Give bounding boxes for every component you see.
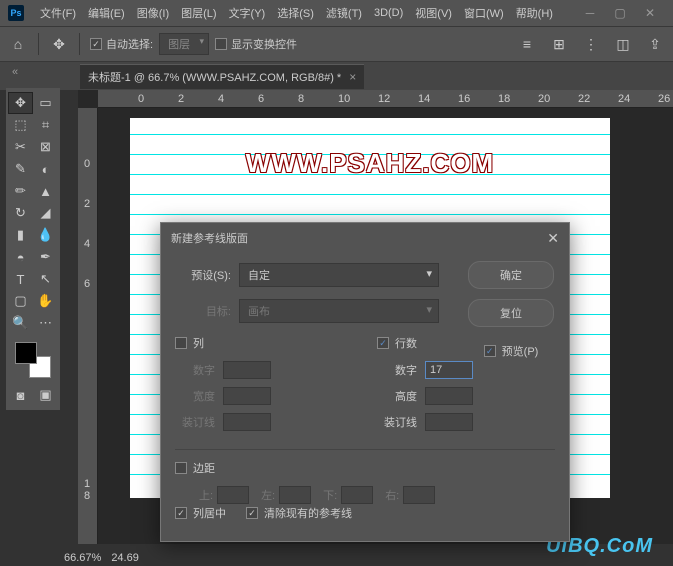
menu-image[interactable]: 图像(I): [131, 5, 175, 21]
col-number-input: [223, 361, 271, 379]
status-info: 24.69: [111, 552, 139, 564]
document-tab[interactable]: 未标题-1 @ 66.7% (WWW.PSAHZ.COM, RGB/8#) * …: [80, 64, 364, 89]
show-transform-label: 显示变换控件: [231, 36, 297, 52]
document-tab-bar: 未标题-1 @ 66.7% (WWW.PSAHZ.COM, RGB/8#) * …: [0, 62, 673, 90]
options-bar: ⌂ ✥ 自动选择: 图层 显示变换控件 ≡ ⊞ ⋮ ◫ ⇪: [0, 26, 673, 62]
margin-checkbox[interactable]: 边距: [175, 460, 555, 476]
menu-view[interactable]: 视图(V): [409, 5, 458, 21]
auto-select-dropdown[interactable]: 图层: [159, 33, 209, 55]
zoom-level[interactable]: 66.67%: [64, 552, 101, 564]
preview-checkbox[interactable]: 预览(P): [484, 343, 539, 359]
blur-tool[interactable]: 💧: [33, 224, 58, 246]
target-label: 目标:: [175, 303, 231, 319]
col-number-label: 数字: [175, 362, 215, 378]
maximize-button[interactable]: ▢: [605, 3, 635, 23]
dodge-tool[interactable]: ◓: [8, 246, 33, 268]
type-tool[interactable]: T: [8, 268, 33, 290]
frame-tool[interactable]: ⊠: [33, 136, 58, 158]
lasso-tool[interactable]: ⌗: [33, 114, 58, 136]
align-icon-1[interactable]: ≡: [517, 34, 537, 54]
watermark: WWW.PSAHZ.COM: [246, 148, 494, 179]
align-icon-3[interactable]: ⋮: [581, 34, 601, 54]
columns-checkbox[interactable]: 列: [175, 335, 353, 351]
share-icon[interactable]: ⇪: [645, 34, 665, 54]
menu-filter[interactable]: 滤镜(T): [320, 5, 368, 21]
row-number-label: 数字: [377, 362, 417, 378]
crop-tool[interactable]: ✂: [8, 136, 33, 158]
col-width-input: [223, 387, 271, 405]
move-tool[interactable]: ✥: [8, 92, 33, 114]
menu-edit[interactable]: 编辑(E): [82, 5, 131, 21]
margin-bottom-input: [341, 486, 373, 504]
marquee-tool[interactable]: ⬚: [8, 114, 33, 136]
row-number-input[interactable]: [425, 361, 473, 379]
path-tool[interactable]: ↖: [33, 268, 58, 290]
preset-dropdown[interactable]: 自定: [239, 263, 439, 287]
status-bar: 66.67% 24.69: [64, 552, 139, 564]
ruler-vertical[interactable]: 02461 8: [78, 108, 98, 544]
menu-help[interactable]: 帮助(H): [510, 5, 559, 21]
col-gutter-label: 装订线: [175, 414, 215, 430]
shape-tool[interactable]: ▢: [8, 290, 33, 312]
margin-right-input: [403, 486, 435, 504]
pen-tool[interactable]: ✒: [33, 246, 58, 268]
tools-panel: ✥▭ ⬚⌗ ✂⊠ ✎◐ ✏▲ ↻◢ ▮💧 ◓✒ T↖ ▢✋ 🔍⋯ ◙▣: [6, 88, 60, 410]
gradient-tool[interactable]: ▮: [8, 224, 33, 246]
stamp-tool[interactable]: ▲: [33, 180, 58, 202]
3d-icon[interactable]: ◫: [613, 34, 633, 54]
col-gutter-input: [223, 413, 271, 431]
menu-file[interactable]: 文件(F): [34, 5, 82, 21]
menu-layer[interactable]: 图层(L): [175, 5, 222, 21]
col-width-label: 宽度: [175, 388, 215, 404]
row-height-input[interactable]: [425, 387, 473, 405]
close-tab-icon[interactable]: ×: [349, 70, 356, 84]
eraser-tool[interactable]: ◢: [33, 202, 58, 224]
panel-collapse-icon[interactable]: «: [12, 66, 18, 78]
margin-left-input: [279, 486, 311, 504]
minimize-button[interactable]: ─: [575, 3, 605, 23]
menu-select[interactable]: 选择(S): [271, 5, 320, 21]
screen-mode-tool[interactable]: ▣: [33, 384, 58, 406]
target-dropdown: 画布: [239, 299, 439, 323]
row-height-label: 高度: [377, 388, 417, 404]
close-button[interactable]: ✕: [635, 3, 665, 23]
brush-tool[interactable]: ✏: [8, 180, 33, 202]
tool-preset-icon[interactable]: ⌂: [8, 34, 28, 54]
center-columns-checkbox[interactable]: 列居中: [175, 505, 226, 521]
menu-window[interactable]: 窗口(W): [458, 5, 510, 21]
new-guide-layout-dialog: 新建参考线版面 ✕ 确定 复位 预览(P) 预设(S): 自定 目标: 画布 列…: [160, 222, 570, 542]
dialog-close-button[interactable]: ✕: [547, 230, 559, 247]
align-icon-2[interactable]: ⊞: [549, 34, 569, 54]
dialog-title: 新建参考线版面: [171, 230, 248, 246]
ok-button[interactable]: 确定: [468, 261, 554, 289]
dialog-titlebar[interactable]: 新建参考线版面 ✕: [161, 223, 569, 253]
document-tab-label: 未标题-1 @ 66.7% (WWW.PSAHZ.COM, RGB/8#) *: [88, 69, 341, 85]
reset-button[interactable]: 复位: [468, 299, 554, 327]
healing-tool[interactable]: ◐: [33, 158, 58, 180]
preset-label: 预设(S):: [175, 267, 231, 283]
ruler-horizontal[interactable]: 02468101214161820222426: [98, 90, 673, 108]
edit-toolbar[interactable]: ⋯: [33, 312, 58, 334]
row-gutter-input[interactable]: [425, 413, 473, 431]
show-transform-checkbox[interactable]: 显示变换控件: [215, 36, 297, 52]
quick-mask-tool[interactable]: ◙: [8, 384, 33, 406]
clear-existing-checkbox[interactable]: 清除现有的参考线: [246, 505, 352, 521]
eyedropper-tool[interactable]: ✎: [8, 158, 33, 180]
margin-top-input: [217, 486, 249, 504]
hand-tool[interactable]: ✋: [33, 290, 58, 312]
color-swatches[interactable]: [11, 340, 55, 380]
zoom-tool[interactable]: 🔍: [8, 312, 33, 334]
app-icon: Ps: [8, 5, 24, 21]
auto-select-label: 自动选择:: [106, 36, 153, 52]
menu-type[interactable]: 文字(Y): [223, 5, 272, 21]
history-brush-tool[interactable]: ↻: [8, 202, 33, 224]
titlebar: Ps 文件(F) 编辑(E) 图像(I) 图层(L) 文字(Y) 选择(S) 滤…: [0, 0, 673, 26]
menu-3d[interactable]: 3D(D): [368, 7, 409, 19]
move-tool-icon[interactable]: ✥: [49, 34, 69, 54]
artboard-tool[interactable]: ▭: [33, 92, 58, 114]
window-controls: ─ ▢ ✕: [575, 3, 665, 23]
auto-select-checkbox[interactable]: 自动选择:: [90, 36, 153, 52]
row-gutter-label: 装订线: [377, 414, 417, 430]
